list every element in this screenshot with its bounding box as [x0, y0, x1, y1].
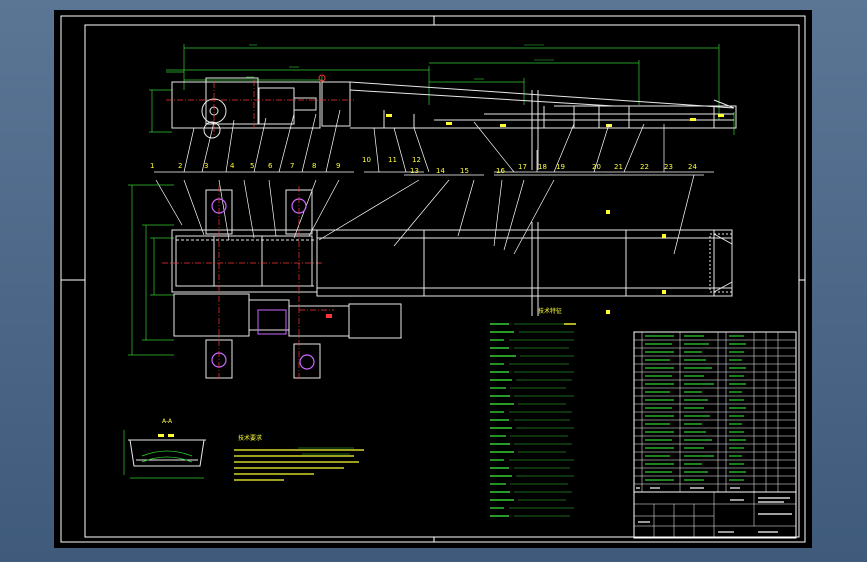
plan-drive-frame [171, 229, 318, 293]
part-number-10: 10 [362, 156, 371, 164]
part-number-5: 5 [250, 162, 254, 170]
plan-view [128, 174, 733, 380]
part-number-11: 11 [388, 156, 397, 164]
part-number-8: 8 [312, 162, 316, 170]
part-number-3: 3 [204, 162, 208, 170]
engineering-drawing: 1 2 3 4 5 6 7 8 9 10 11 12 13 14 15 16 1… [60, 15, 806, 543]
spec-rows [490, 323, 576, 517]
part-number-14: 14 [436, 167, 445, 175]
part-number-4: 4 [230, 162, 235, 170]
plan-marker-5 [662, 290, 666, 294]
plan-dimensions [128, 184, 174, 356]
part-number-17: 17 [518, 163, 527, 171]
part-number-13: 13 [410, 167, 419, 175]
cad-viewport[interactable]: 1 2 3 4 5 6 7 8 9 10 11 12 13 14 15 16 1… [54, 10, 812, 548]
part-number-19: 19 [556, 163, 565, 171]
plan-gear-housing [213, 235, 263, 287]
plan-leaders [155, 174, 704, 255]
specification-list: 技术特征 [490, 307, 576, 517]
part-numbers-row-2: 13 14 15 16 17 18 19 20 21 22 23 24 [410, 163, 697, 175]
part-number-18: 18 [538, 163, 547, 171]
part-number-15: 15 [460, 167, 469, 175]
part-number-21: 21 [614, 163, 623, 171]
plan-reducer [248, 299, 290, 331]
plan-wheel-bottom-right [299, 354, 315, 370]
elevation-dimensions [149, 44, 735, 135]
part-number-6: 6 [268, 162, 273, 170]
tail-casing [321, 81, 351, 127]
drive-head [171, 81, 321, 129]
plan-marker-2 [606, 210, 610, 214]
plan-marker-3 [606, 310, 610, 314]
part-number-1: 1 [150, 162, 154, 170]
part-number-16: 16 [496, 167, 505, 175]
elevation-leaders [154, 109, 714, 173]
elevation-dimension-ticks [246, 44, 554, 80]
plan-cover [348, 303, 402, 339]
plan-marker-4 [662, 234, 666, 238]
plan-sprocket-housing [175, 235, 215, 287]
plan-trough [316, 222, 733, 316]
section-label: A-A [162, 418, 173, 425]
notes-title: 技术要求 [238, 434, 262, 442]
part-number-2: 2 [178, 162, 182, 170]
section-a-a: A-A [123, 418, 206, 479]
parts-list [633, 331, 797, 493]
part-number-12: 12 [412, 156, 421, 164]
elevation-view [149, 44, 737, 173]
plan-coupling [288, 305, 350, 337]
plan-transmission [261, 235, 313, 287]
parts-list-grid [634, 332, 796, 492]
part-number-9: 9 [336, 162, 340, 170]
plan-right-bracket-bottom [293, 343, 321, 379]
spec-title: 技术特征 [538, 307, 562, 315]
part-number-22: 22 [640, 163, 649, 171]
technical-notes: 技术要求 [234, 434, 364, 481]
part-number-24: 24 [688, 163, 697, 171]
parts-list-entries [645, 335, 746, 481]
part-number-23: 23 [664, 163, 673, 171]
plan-motor [173, 293, 250, 337]
title-block [633, 491, 797, 539]
conveyor-body-elevation [349, 81, 737, 129]
part-number-7: 7 [290, 162, 294, 170]
plan-marker-1 [326, 314, 332, 318]
plan-centerlines [162, 186, 334, 380]
part-number-20: 20 [592, 163, 601, 171]
reducer-block [258, 87, 295, 125]
part-numbers-row-1: 1 2 3 4 5 6 7 8 9 10 11 12 [150, 156, 421, 170]
